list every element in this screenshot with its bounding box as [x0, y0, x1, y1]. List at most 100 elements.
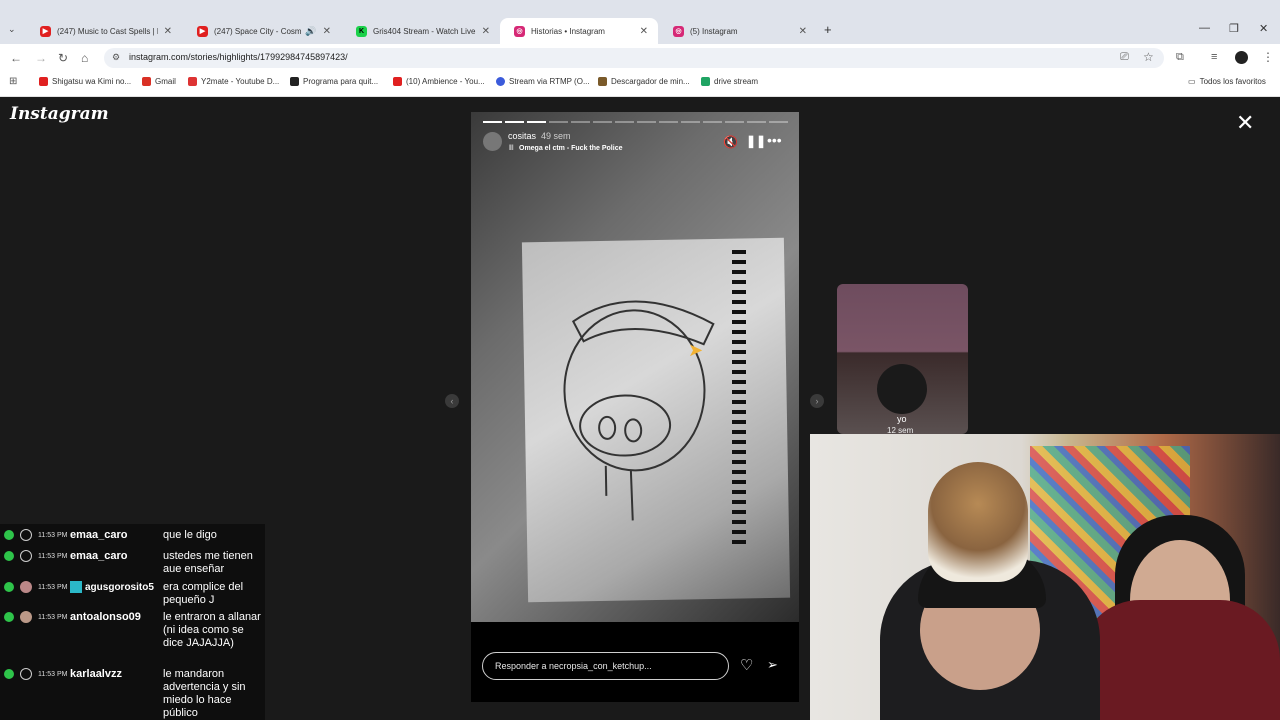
gmail-icon [142, 77, 151, 86]
chat-text: le entraron a allanar (ni idea como se d… [163, 611, 261, 649]
person-right-body [1080, 600, 1280, 720]
tab-3-active[interactable]: ◎ Historias • Instagram ✕ [500, 18, 658, 44]
next-story-preview[interactable] [837, 284, 968, 434]
forward-arrow-icon[interactable]: → [35, 51, 47, 65]
youtube-icon: ▶ [40, 25, 51, 37]
pause-icon[interactable]: ❚❚ [746, 134, 766, 148]
bookmark-label: Shigatsu wa Kimi no... [52, 77, 132, 86]
back-arrow-icon[interactable]: ← [10, 51, 22, 65]
story-username[interactable]: cositas [508, 131, 536, 141]
story-song-title[interactable]: Omega el ctm - Fuck the Police [519, 145, 622, 152]
home-icon[interactable]: ⌂ [81, 51, 88, 65]
badge-icon [70, 581, 82, 593]
tab-title: Historias • Instagram [531, 26, 605, 36]
close-tab-icon[interactable]: ✕ [799, 26, 807, 37]
close-tab-icon[interactable]: ✕ [164, 26, 172, 37]
more-options-icon[interactable]: ••• [767, 132, 782, 148]
progress-segment [659, 121, 678, 123]
tab-list-chevron-icon[interactable]: ⌄ [8, 24, 16, 35]
site-info-icon[interactable]: ⚙ [112, 52, 120, 63]
chat-time: 11:53 PM [38, 553, 68, 560]
tab-2[interactable]: K Gris404 Stream - Watch Live on ✕ [342, 18, 500, 44]
all-bookmarks-folder[interactable]: ▭ Todos los favoritos [1188, 77, 1266, 86]
youtube-icon [393, 77, 402, 86]
bookmark-label: drive stream [714, 77, 759, 86]
progress-segment [505, 121, 524, 123]
chat-text: que le digo [163, 529, 217, 541]
progress-segment [615, 121, 634, 123]
extensions-icon[interactable]: ⧉ [1176, 51, 1184, 64]
user-icon [20, 550, 32, 562]
reply-placeholder[interactable]: Responder a necropsia_con_ketchup... [495, 661, 652, 671]
minimize-icon[interactable]: — [1199, 22, 1210, 34]
close-story-icon[interactable]: ✕ [1236, 110, 1254, 136]
bookmark-label: Descargador de min... [611, 77, 690, 86]
mouse-cursor-icon: ➤ [688, 340, 704, 360]
restore-icon[interactable]: ❐ [1229, 22, 1239, 35]
user-avatar-icon [20, 581, 32, 593]
close-tab-icon[interactable]: ✕ [323, 26, 331, 37]
bookmark-2[interactable]: Y2mate - Youtube D... [188, 77, 279, 86]
chat-username: emaa_caro [70, 550, 128, 562]
google-drive-icon [701, 77, 710, 86]
pig-drawing-sketch [563, 300, 715, 521]
profile-avatar[interactable] [1235, 51, 1248, 64]
bookmark-star-icon[interactable]: ☆ [1143, 50, 1154, 64]
next-story-icon[interactable]: › [810, 394, 824, 408]
bookmark-5[interactable]: Stream via RTMP (O... [496, 77, 590, 86]
story-time: 49 sem [541, 131, 571, 141]
share-send-icon[interactable]: ➢ [767, 657, 778, 673]
chat-username: emaa_caro [70, 529, 128, 541]
previous-story-icon[interactable]: ‹ [445, 394, 459, 408]
menu-kebab-icon[interactable]: ⋮ [1262, 50, 1274, 64]
install-app-icon[interactable]: ⎚ [1120, 51, 1129, 64]
speaker-icon[interactable]: 🔊 [305, 26, 316, 37]
close-tab-icon[interactable]: ✕ [640, 26, 648, 37]
verified-badge-icon [4, 551, 14, 561]
tab-0[interactable]: ▶ (247) Music to Cast Spells | Epic ✕ [26, 18, 182, 44]
instagram-icon: ◎ [514, 25, 525, 37]
bookmark-6[interactable]: Descargador de min... [598, 77, 690, 86]
user-avatar-icon [20, 611, 32, 623]
folder-icon: ▭ [1188, 77, 1196, 86]
tab-1[interactable]: ▶ (247) Space City - Cosmic M 🔊 ✕ [183, 18, 341, 44]
preview-image-subject [877, 364, 927, 414]
progress-segment [593, 121, 612, 123]
tab-title: (247) Music to Cast Spells | Epic [57, 26, 158, 36]
music-bars-icon: ǁǀ [509, 145, 514, 152]
bookmark-7[interactable]: drive stream [701, 77, 758, 86]
story-progress-bar [483, 121, 788, 123]
verified-badge-icon [4, 582, 14, 592]
bookmark-label: (10) Ambience - You... [406, 77, 485, 86]
verified-badge-icon [4, 530, 14, 540]
bookmark-3[interactable]: Programa para quit... [290, 77, 378, 86]
progress-segment [527, 121, 546, 123]
reload-icon[interactable]: ↻ [58, 51, 68, 65]
tab-4[interactable]: ◎ (5) Instagram ✕ [659, 18, 817, 44]
verified-badge-icon [4, 612, 14, 622]
bookmark-4[interactable]: (10) Ambience - You... [393, 77, 485, 86]
bookmark-label: Stream via RTMP (O... [509, 77, 590, 86]
bookmark-label: Y2mate - Youtube D... [201, 77, 280, 86]
window-close-icon[interactable]: ✕ [1259, 22, 1268, 35]
instagram-icon: ◎ [673, 25, 684, 37]
new-tab-plus-icon[interactable]: + [824, 22, 832, 37]
url-text[interactable]: instagram.com/stories/highlights/1799298… [129, 52, 348, 62]
story-user-avatar[interactable] [483, 132, 502, 151]
progress-segment [681, 121, 700, 123]
bookmark-0[interactable]: Shigatsu wa Kimi no... [39, 77, 131, 86]
like-heart-icon[interactable]: ♡ [740, 656, 753, 674]
chat-time: 11:53 PM [38, 671, 68, 678]
media-control-icon[interactable]: ≡ [1211, 51, 1217, 63]
kick-icon: K [356, 25, 367, 37]
preview-username: yo [897, 414, 907, 424]
tab-title: (5) Instagram [690, 26, 738, 36]
program-icon [290, 77, 299, 86]
chat-username: karlaalvzz [70, 668, 122, 680]
youtube-icon [39, 77, 48, 86]
mute-icon[interactable]: 🔇 [723, 135, 738, 149]
bookmark-1[interactable]: Gmail [142, 77, 176, 86]
instagram-logo[interactable]: Instagram [10, 104, 109, 124]
apps-grid-icon[interactable]: ⊞ [9, 76, 17, 87]
close-tab-icon[interactable]: ✕ [482, 26, 490, 37]
